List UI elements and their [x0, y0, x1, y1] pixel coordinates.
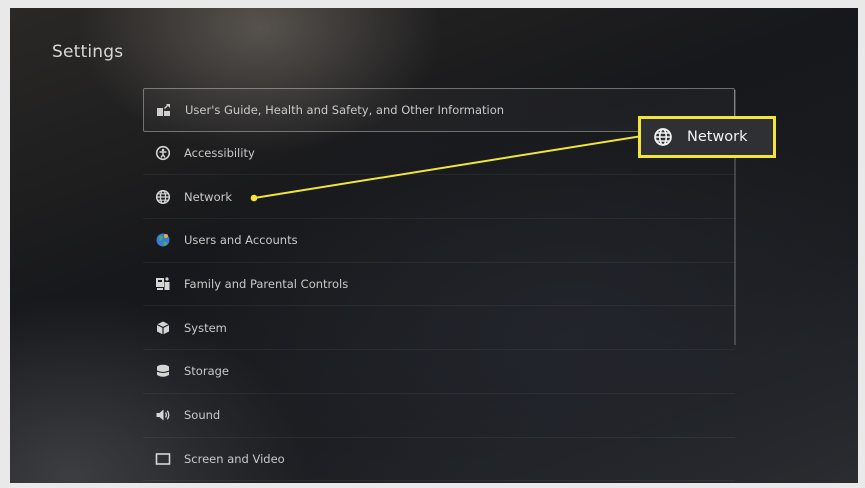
- menu-item-label: User's Guide, Health and Safety, and Oth…: [185, 102, 505, 117]
- callout-label: Network: [687, 129, 748, 145]
- network-callout: Network: [638, 116, 776, 158]
- menu-item-sound[interactable]: Sound: [143, 394, 735, 438]
- menu-item-network[interactable]: Network: [143, 175, 735, 220]
- menu-item-label: Screen and Video: [184, 451, 285, 466]
- menu-item-label: Accessibility: [184, 146, 255, 161]
- menu-item-label: Storage: [184, 364, 229, 379]
- storage-icon: [155, 363, 171, 379]
- system-cube-icon: [155, 320, 171, 336]
- menu-item-family-controls[interactable]: Family and Parental Controls: [143, 263, 735, 307]
- accessibility-icon: [155, 145, 171, 161]
- users-accounts-icon: [155, 232, 171, 248]
- globe-icon: [653, 127, 673, 147]
- menu-item-label: System: [184, 320, 227, 335]
- menu-item-system[interactable]: System: [143, 306, 735, 351]
- speaker-icon: [155, 407, 171, 423]
- menu-item-label: Sound: [184, 408, 221, 423]
- menu-item-label: Family and Parental Controls: [184, 277, 349, 292]
- menu-item-label: Network: [184, 189, 233, 204]
- page-title: Settings: [52, 42, 124, 62]
- menu-item-storage[interactable]: Storage: [143, 350, 735, 394]
- menu-item-label: Users and Accounts: [184, 233, 298, 248]
- globe-icon: [155, 189, 171, 205]
- screen-icon: [155, 451, 171, 467]
- family-controls-icon: [155, 276, 171, 292]
- user-guide-icon: [156, 102, 172, 118]
- menu-item-screen-video[interactable]: Screen and Video: [143, 438, 735, 482]
- ps5-settings-screen: Settings User's Guide, Health and Safety…: [10, 8, 858, 483]
- menu-item-users-accounts[interactable]: Users and Accounts: [143, 219, 735, 263]
